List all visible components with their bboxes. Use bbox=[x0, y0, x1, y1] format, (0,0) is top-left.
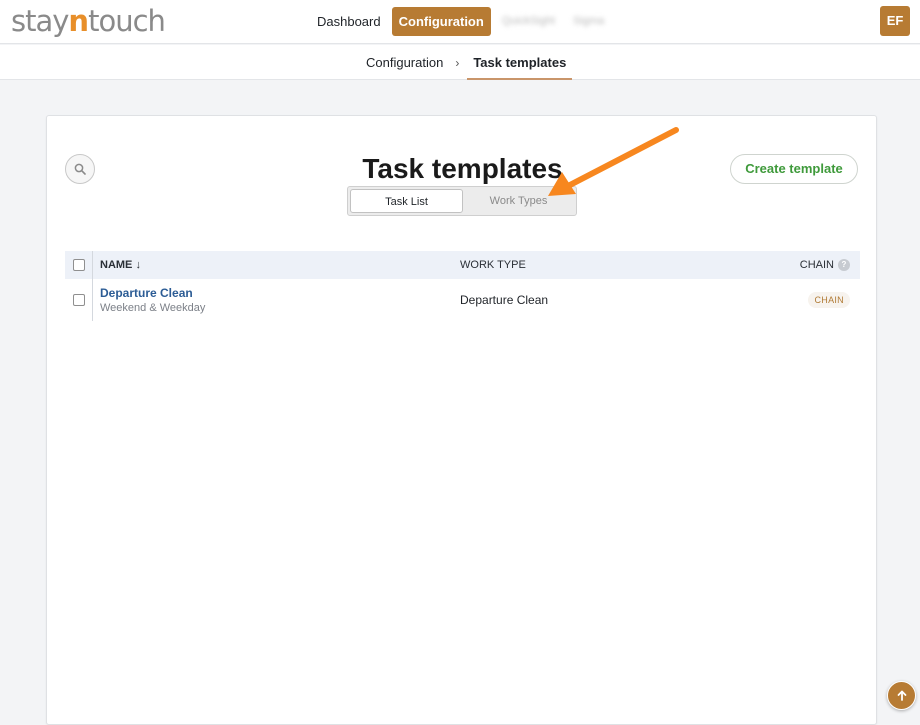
main-nav: Dashboard Configuration QuickSight Sigma bbox=[310, 7, 611, 36]
logo-text-stay: stay bbox=[11, 4, 69, 38]
breadcrumb-bar: Configuration › Task templates bbox=[0, 45, 920, 80]
nav-quicksight[interactable]: QuickSight bbox=[495, 7, 562, 36]
row-name-cell: Departure Clean Weekend & Weekday bbox=[93, 286, 460, 315]
nav-sigma[interactable]: Sigma bbox=[566, 7, 611, 36]
annotation-arrow-icon bbox=[548, 127, 679, 196]
logo-text-touch: touch bbox=[88, 4, 166, 38]
column-header-chain: CHAIN ? bbox=[740, 259, 860, 271]
stayntouch-logo[interactable]: stayntouch bbox=[11, 3, 166, 39]
column-header-work-type[interactable]: WORK TYPE bbox=[460, 259, 740, 271]
table-header: NAME ↓ WORK TYPE CHAIN ? bbox=[65, 251, 860, 279]
breadcrumb: Configuration › Task templates bbox=[366, 45, 573, 80]
tab-task-list[interactable]: Task List bbox=[350, 189, 463, 213]
breadcrumb-separator: › bbox=[455, 55, 460, 70]
help-icon[interactable]: ? bbox=[838, 259, 850, 271]
select-all-cell bbox=[65, 251, 93, 279]
arrow-up-icon bbox=[897, 690, 906, 701]
create-template-button[interactable]: Create template bbox=[730, 154, 858, 184]
logo-text-n: n bbox=[68, 4, 89, 38]
user-avatar[interactable]: EF bbox=[880, 6, 910, 36]
row-checkbox[interactable] bbox=[72, 294, 85, 306]
template-name-link[interactable]: Departure Clean bbox=[100, 286, 460, 301]
table-row[interactable]: Departure Clean Weekend & Weekday Depart… bbox=[65, 279, 860, 321]
chain-badge: CHAIN bbox=[808, 292, 850, 308]
column-header-chain-label: CHAIN bbox=[799, 259, 834, 271]
nav-configuration[interactable]: Configuration bbox=[391, 7, 491, 36]
row-chain-cell: CHAIN bbox=[740, 292, 860, 308]
breadcrumb-configuration[interactable]: Configuration bbox=[366, 55, 443, 70]
task-templates-table: NAME ↓ WORK TYPE CHAIN ? Departure Clean… bbox=[65, 251, 860, 321]
scroll-to-top-button[interactable] bbox=[887, 681, 916, 710]
top-navigation-bar: stayntouch Dashboard Configuration Quick… bbox=[0, 0, 920, 44]
nav-dashboard[interactable]: Dashboard bbox=[310, 7, 388, 36]
task-templates-panel: Task templates Create template Task List… bbox=[46, 115, 877, 725]
column-header-name[interactable]: NAME ↓ bbox=[93, 259, 460, 271]
breadcrumb-current-task-templates[interactable]: Task templates bbox=[467, 45, 573, 80]
select-all-checkbox[interactable] bbox=[72, 259, 85, 271]
template-schedule: Weekend & Weekday bbox=[100, 301, 206, 314]
row-work-type: Departure Clean bbox=[460, 293, 549, 307]
row-select-cell bbox=[65, 279, 93, 321]
